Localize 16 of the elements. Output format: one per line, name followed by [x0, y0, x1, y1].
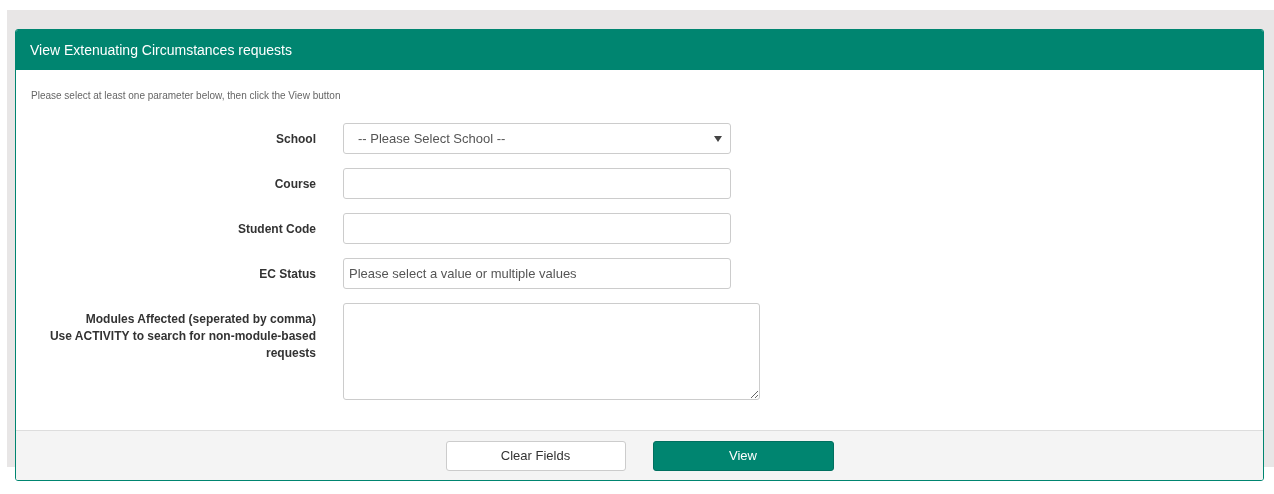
field-label: School [276, 131, 316, 148]
school-dropdown[interactable]: -- Please Select School -- [343, 123, 731, 154]
field-label: EC Status [259, 266, 316, 283]
field-hint: Use ACTIVITY to search for non-module-based requests [48, 328, 316, 362]
field-label: Student Code [238, 221, 316, 238]
field-label: Modules Affected (seperated by comma) [85, 311, 316, 328]
input-field[interactable] [343, 213, 731, 244]
clear-button[interactable]: Clear Fields [445, 440, 626, 471]
text-area[interactable] [343, 303, 760, 400]
panel-title: View Extenuating Circumstances requests [30, 42, 292, 58]
dropdown-caret-icon [714, 135, 722, 142]
view-button[interactable]: View [652, 440, 834, 471]
instructions-text: Please select at least one parameter below, then click the View button [31, 90, 342, 101]
multi-select-field[interactable]: Please select a value or multiple values [343, 258, 731, 289]
field-label: Course [274, 176, 316, 193]
input-field[interactable] [343, 168, 731, 199]
